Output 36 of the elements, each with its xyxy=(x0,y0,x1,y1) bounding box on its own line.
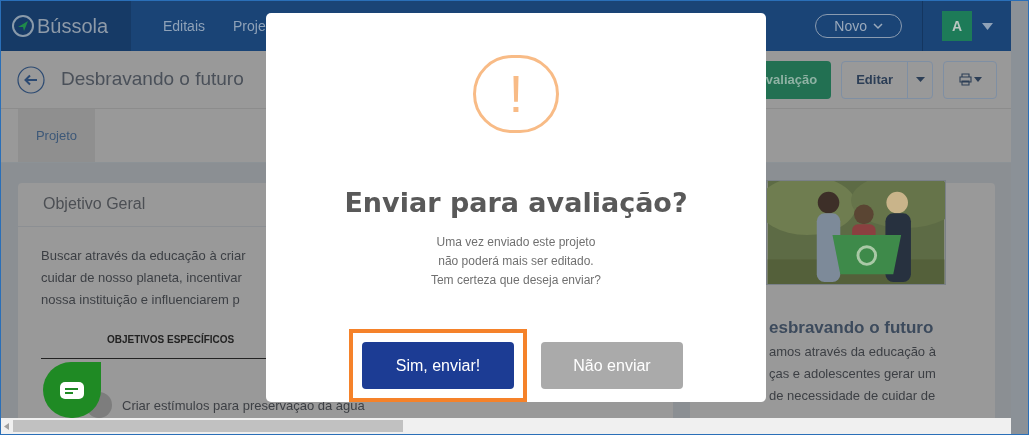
dialog-title: Enviar para avaliação? xyxy=(344,185,688,220)
nav-link[interactable]: Editais xyxy=(163,15,206,37)
objective-item: Criar estímulos para preservação da água xyxy=(122,398,365,412)
submit-button[interactable]: valiação xyxy=(763,60,832,99)
compass-icon xyxy=(11,14,35,38)
printer-icon xyxy=(958,73,972,86)
chat-icon xyxy=(60,381,84,399)
user-avatar[interactable]: A xyxy=(942,11,972,41)
card-title: Objetivo Geral xyxy=(43,194,146,215)
vertical-scrollbar[interactable] xyxy=(1011,1,1028,434)
chevron-down-icon xyxy=(873,22,883,30)
nav-link[interactable]: Proje xyxy=(233,15,266,37)
tab[interactable]: Projeto xyxy=(18,109,95,162)
dialog-message: Tem certeza que deseja enviar? xyxy=(430,272,602,289)
horizontal-scrollbar[interactable] xyxy=(1,418,1011,434)
dialog-message: não poderá mais ser editado. xyxy=(438,253,594,270)
confirm-button[interactable]: Sim, enviar! xyxy=(362,342,514,389)
app-logo: Bússola xyxy=(37,14,109,39)
caret-down-icon xyxy=(915,77,925,82)
description-line: cuidar de nosso planeta, incentivar xyxy=(41,268,242,287)
description-line: Buscar através da educação à criar xyxy=(41,246,246,265)
caret-down-icon[interactable] xyxy=(982,22,993,30)
print-button[interactable] xyxy=(943,60,997,99)
page-title: Desbravando o futuro xyxy=(61,67,244,92)
description-line: nossa instituição e influenciarem p xyxy=(41,290,240,309)
chat-button[interactable] xyxy=(43,362,101,418)
scroll-left-icon[interactable] xyxy=(4,422,9,430)
description-line: ças e adolescentes gerar um xyxy=(769,364,936,383)
dialog-message: Uma vez enviado este projeto xyxy=(436,234,596,251)
project-title: esbravando o futuro xyxy=(769,317,934,339)
section-heading: OBJETIVOS ESPECÍFICOS xyxy=(107,332,235,347)
description-line: amos através da educação à xyxy=(769,342,936,361)
caret-down-icon xyxy=(973,77,982,82)
warning-icon: ! xyxy=(473,55,559,133)
description-line: de necessidade de cuidar de xyxy=(769,386,936,405)
cancel-button[interactable]: Não enviar xyxy=(541,342,683,389)
